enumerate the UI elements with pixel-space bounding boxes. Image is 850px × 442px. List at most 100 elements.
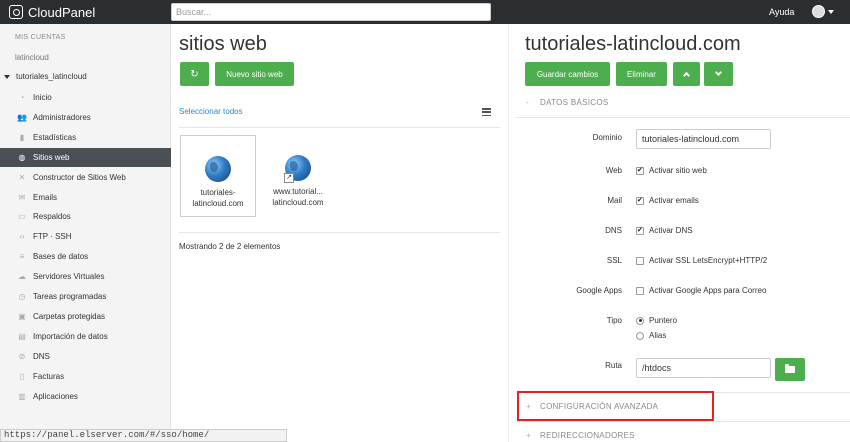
checkbox-checked-icon: [636, 166, 644, 175]
delete-button[interactable]: Eliminar: [616, 62, 667, 86]
sidebar-item-carpetas-protegidas[interactable]: ▣ Carpetas protegidas: [0, 307, 171, 326]
sidebar-subaccount[interactable]: tutoriales_latincloud: [4, 72, 87, 81]
clock-icon: ◷: [18, 292, 26, 301]
sidebar-item-label: Tareas programadas: [33, 292, 107, 301]
brand-logo[interactable]: CloudPanel: [9, 4, 95, 20]
move-up-button[interactable]: [673, 62, 700, 86]
sidebar-item-dns[interactable]: ⊘ DNS: [0, 347, 171, 366]
dns-label: DNS: [605, 226, 622, 235]
sidebar-item-label: Servidores Virtuales: [33, 272, 105, 282]
list-view-icon[interactable]: [482, 108, 491, 117]
sidebar-item-tareas-programadas[interactable]: ◷ Tareas programadas: [0, 287, 171, 306]
sidebar-item-constructor-de-sitios-web[interactable]: ✕ Constructor de Sitios Web: [0, 168, 171, 187]
web-checkbox[interactable]: Activar sitio web: [636, 166, 707, 175]
sidebar-item-servidores-virtuales[interactable]: ☁ Servidores Virtuales: [0, 267, 171, 286]
sidebar-item-label: DNS: [33, 351, 50, 361]
sidebar-item-bases-de-datos[interactable]: ≡ Bases de datos: [0, 247, 171, 266]
ssl-checkbox[interactable]: Activar SSL LetsEncrypt+HTTP/2: [636, 256, 767, 265]
avatar: [812, 5, 825, 18]
checkbox-icon: [636, 286, 644, 295]
top-bar: CloudPanel Ayuda: [0, 0, 850, 24]
globe-icon: [205, 156, 231, 182]
mail-checkbox[interactable]: Activar emails: [636, 196, 699, 205]
globe-icon: ↗: [284, 155, 311, 183]
expand-icon: +: [526, 431, 531, 440]
sidebar-item-administradores[interactable]: 👥 Administradores: [0, 108, 171, 127]
section-title: DATOS BÁSICOS: [540, 98, 609, 107]
dns-checkbox[interactable]: Activar DNS: [636, 226, 693, 235]
page-title: sitios web: [179, 33, 267, 55]
subaccount-label: tutoriales_latincloud: [16, 72, 87, 81]
section-basic-data[interactable]: - DATOS BÁSICOS: [526, 98, 609, 107]
status-bar-url: https://panel.elserver.com/#/sso/home/: [0, 429, 287, 442]
sidebar-item-label: Bases de datos: [33, 252, 89, 262]
pagination-summary: Mostrando 2 de 2 elementos: [179, 242, 281, 251]
sidebar-item-facturas[interactable]: ▯ Facturas: [0, 367, 171, 386]
divider: [179, 127, 500, 128]
panel-divider: [508, 24, 509, 442]
gapps-label: Google Apps: [576, 286, 622, 295]
site-card[interactable]: ↗ www.tutorial... latincloud.com: [260, 135, 336, 217]
mail-label: Mail: [607, 196, 622, 205]
dashboard-icon: ◔: [19, 93, 25, 102]
checkbox-label: Activar Google Apps para Correo: [649, 286, 767, 295]
chevron-down-icon: [714, 68, 723, 77]
cloudpanel-logo-icon: [9, 5, 23, 19]
sidebar-item-respaldos[interactable]: ▭ Respaldos: [0, 207, 171, 226]
section-title: REDIRECCIONADORES: [540, 431, 635, 440]
domain-field[interactable]: [636, 129, 771, 149]
sidebar-account[interactable]: latincloud: [15, 53, 49, 62]
sidebar-item-importación-de-datos[interactable]: ▤ Importación de datos: [0, 327, 171, 346]
site-name-line1: tutoriales-: [200, 188, 236, 197]
chevron-down-icon: [828, 9, 834, 14]
checkbox-checked-icon: [636, 196, 644, 205]
database-icon: ≡: [19, 252, 25, 262]
radio-label: Puntero: [649, 316, 678, 325]
sidebar-item-label: FTP · SSH: [33, 232, 72, 242]
new-site-button[interactable]: Nuevo sitio web: [215, 62, 294, 86]
caret-down-icon: [4, 74, 10, 79]
radio-selected-icon: [636, 316, 644, 325]
sidebar-item-emails[interactable]: ✉ Emails: [0, 188, 171, 207]
checkbox-icon: [636, 256, 644, 265]
search-input[interactable]: [171, 3, 491, 21]
stats-icon: ▮: [19, 132, 25, 142]
radio-label: Alias: [649, 331, 667, 340]
divider: [179, 232, 500, 233]
select-all-link[interactable]: Seleccionar todos: [179, 107, 243, 116]
sidebar-item-label: Emails: [33, 192, 58, 202]
section-redirects[interactable]: + REDIRECCIONADORES: [526, 431, 635, 440]
web-label: Web: [605, 166, 622, 175]
type-radio-puntero[interactable]: Puntero: [636, 316, 677, 325]
refresh-button[interactable]: ↻: [180, 62, 209, 86]
folder-icon: [785, 364, 795, 373]
browse-folder-button[interactable]: [775, 358, 805, 381]
sidebar-item-label: Aplicaciones: [33, 391, 78, 401]
dns-icon: ⊘: [18, 351, 26, 361]
sidebar-item-label: Carpetas protegidas: [33, 311, 106, 321]
help-link[interactable]: Ayuda: [769, 7, 794, 17]
sidebar-item-inicio[interactable]: ◔ Inicio: [0, 88, 171, 107]
save-button[interactable]: Guardar cambios: [525, 62, 610, 86]
sidebar-item-label: Constructor de Sitios Web: [33, 172, 126, 182]
type-radio-alias[interactable]: Alias: [636, 331, 666, 340]
gapps-checkbox[interactable]: Activar Google Apps para Correo: [636, 286, 766, 295]
wrench-icon: ✕: [18, 172, 26, 182]
sidebar-item-aplicaciones[interactable]: ▥ Aplicaciones: [0, 387, 171, 406]
lock-icon: ▣: [18, 311, 26, 321]
highlight-box: [517, 391, 714, 421]
user-menu[interactable]: [812, 5, 834, 18]
sidebar-item-sitios-web[interactable]: ◍ Sitios web: [0, 147, 171, 167]
sidebar-item-estadísticas[interactable]: ▮ Estadísticas: [0, 128, 171, 147]
sidebar-item-label: Sitios web: [33, 152, 70, 162]
sidebar-item-label: Facturas: [33, 371, 65, 381]
sidebar-item-label: Respaldos: [33, 212, 71, 222]
move-down-button[interactable]: [704, 62, 733, 86]
site-card[interactable]: tutoriales- latincloud.com: [180, 135, 256, 217]
backup-icon: ▭: [18, 212, 26, 222]
code-icon: ‹›: [19, 232, 25, 242]
divider: [516, 421, 850, 422]
invoice-icon: ▯: [19, 371, 25, 381]
path-field[interactable]: [636, 358, 771, 378]
sidebar-item-ftp-ssh[interactable]: ‹› FTP · SSH: [0, 227, 171, 246]
